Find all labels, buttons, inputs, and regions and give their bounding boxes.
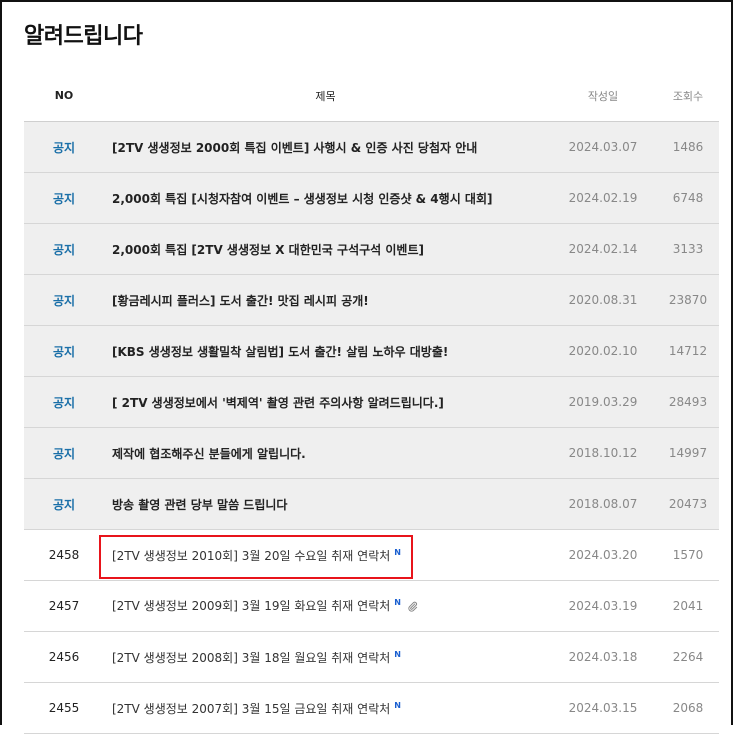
post-title-link[interactable]: [2TV 생생정보 2009회] 3월 19일 화요일 취재 연락처 <box>112 599 390 613</box>
page-title: 알려드립니다 <box>24 24 143 49</box>
post-row[interactable]: 2455 [2TV 생생정보 2007회] 3월 15일 금요일 취재 연락처 N… <box>24 683 719 734</box>
notice-title-link[interactable]: 2,000회 특집 [시청자참여 이벤트 – 생생정보 시청 인증샷 & 4행시… <box>104 190 547 207</box>
post-title-link[interactable]: [2TV 생생정보 2007회] 3월 15일 금요일 취재 연락처 <box>112 702 390 716</box>
notice-row[interactable]: 공지 제작에 협조해주신 분들에게 알립니다. 2018.10.12 14997 <box>24 428 719 479</box>
view-count: 14712 <box>668 344 708 358</box>
post-date: 2024.02.14 <box>568 242 638 256</box>
notice-title-link[interactable]: 2,000회 특집 [2TV 생생정보 X 대한민국 구석구석 이벤트] <box>104 241 547 258</box>
view-count: 28493 <box>668 395 708 409</box>
notice-row[interactable]: 공지 [KBS 생생정보 생활밀착 살림법] 도서 출간! 살림 노하우 대방출… <box>24 326 719 377</box>
post-date: 2024.03.15 <box>568 701 638 715</box>
post-number: 2457 <box>48 599 80 613</box>
notice-label: 공지 <box>52 395 76 410</box>
post-date: 2024.03.18 <box>568 650 638 664</box>
post-date: 2024.03.19 <box>568 599 638 613</box>
post-row[interactable]: 2457 [2TV 생생정보 2009회] 3월 19일 화요일 취재 연락처 N… <box>24 581 719 632</box>
post-number: 2458 <box>48 548 80 562</box>
post-title-cell: [2TV 생생정보 2009회] 3월 19일 화요일 취재 연락처 N <box>104 597 547 615</box>
post-date: 2024.03.20 <box>568 548 638 562</box>
paperclip-icon <box>407 601 418 615</box>
notice-title-link[interactable]: [2TV 생생정보 2000회 특집 이벤트] 사행시 & 인증 사진 당첨자 … <box>104 139 547 156</box>
notice-row[interactable]: 공지 2,000회 특집 [시청자참여 이벤트 – 생생정보 시청 인증샷 & … <box>24 173 719 224</box>
view-count: 20473 <box>668 497 708 511</box>
notice-label: 공지 <box>52 293 76 308</box>
post-title-cell: [2TV 생생정보 2010회] 3월 20일 수요일 취재 연락처 N <box>104 547 547 564</box>
page-frame: 알려드립니다 NO 제목 작성일 조회수 공지 [2TV 생생정보 2000회 … <box>0 0 733 734</box>
header-title: 제목 <box>315 89 336 103</box>
post-title-cell: [2TV 생생정보 2007회] 3월 15일 금요일 취재 연락처 N <box>104 700 547 717</box>
notice-title-link[interactable]: [ 2TV 생생정보에서 '벽제역' 촬영 관련 주의사항 알려드립니다.] <box>104 394 547 411</box>
notice-label: 공지 <box>52 344 76 359</box>
post-date: 2020.02.10 <box>568 344 638 358</box>
post-date: 2018.10.12 <box>568 446 638 460</box>
board-table: NO 제목 작성일 조회수 공지 [2TV 생생정보 2000회 특집 이벤트]… <box>24 70 719 734</box>
post-title-link[interactable]: [2TV 생생정보 2008회] 3월 18일 월요일 취재 연락처 <box>112 651 390 665</box>
table-header: NO 제목 작성일 조회수 <box>24 70 719 122</box>
post-date: 2024.03.07 <box>568 140 638 154</box>
post-number: 2456 <box>48 650 80 664</box>
view-count: 2068 <box>672 701 704 715</box>
notice-title-link[interactable]: [황금레시피 플러스] 도서 출간! 맛집 레시피 공개! <box>104 292 547 309</box>
new-badge: N <box>394 598 401 607</box>
notice-row[interactable]: 공지 [황금레시피 플러스] 도서 출간! 맛집 레시피 공개! 2020.08… <box>24 275 719 326</box>
view-count: 1570 <box>672 548 704 562</box>
notice-label: 공지 <box>52 140 76 155</box>
new-badge: N <box>394 649 401 659</box>
post-date: 2018.08.07 <box>568 497 638 511</box>
view-count: 2041 <box>672 599 704 613</box>
notice-label: 공지 <box>52 242 76 257</box>
header-views: 조회수 <box>672 89 704 103</box>
header-no: NO <box>54 89 74 102</box>
notice-label: 공지 <box>52 191 76 206</box>
notice-title-link[interactable]: 제작에 협조해주신 분들에게 알립니다. <box>104 445 547 462</box>
view-count: 14997 <box>668 446 708 460</box>
notice-row[interactable]: 공지 [ 2TV 생생정보에서 '벽제역' 촬영 관련 주의사항 알려드립니다.… <box>24 377 719 428</box>
notice-label: 공지 <box>52 497 76 512</box>
view-count: 6748 <box>672 191 704 205</box>
view-count: 23870 <box>668 293 708 307</box>
post-date: 2020.08.31 <box>568 293 638 307</box>
post-date: 2019.03.29 <box>568 395 638 409</box>
header-date: 작성일 <box>587 89 619 103</box>
notice-title-link[interactable]: 방송 촬영 관련 당부 말씀 드립니다 <box>104 496 547 513</box>
notice-row[interactable]: 공지 [2TV 생생정보 2000회 특집 이벤트] 사행시 & 인증 사진 당… <box>24 122 719 173</box>
view-count: 1486 <box>672 140 704 154</box>
new-badge: N <box>394 700 401 710</box>
notice-label: 공지 <box>52 446 76 461</box>
notice-row[interactable]: 공지 방송 촬영 관련 당부 말씀 드립니다 2018.08.07 20473 <box>24 479 719 530</box>
new-badge: N <box>394 547 401 557</box>
view-count: 2264 <box>672 650 704 664</box>
post-date: 2024.02.19 <box>568 191 638 205</box>
view-count: 3133 <box>672 242 704 256</box>
post-title-link[interactable]: [2TV 생생정보 2010회] 3월 20일 수요일 취재 연락처 <box>112 549 390 563</box>
notice-title-link[interactable]: [KBS 생생정보 생활밀착 살림법] 도서 출간! 살림 노하우 대방출! <box>104 343 547 360</box>
post-title-cell: [2TV 생생정보 2008회] 3월 18일 월요일 취재 연락처 N <box>104 649 547 666</box>
post-number: 2455 <box>48 701 80 715</box>
post-row[interactable]: 2458 [2TV 생생정보 2010회] 3월 20일 수요일 취재 연락처 N… <box>24 530 719 581</box>
post-row[interactable]: 2456 [2TV 생생정보 2008회] 3월 18일 월요일 취재 연락처 N… <box>24 632 719 683</box>
notice-row[interactable]: 공지 2,000회 특집 [2TV 생생정보 X 대한민국 구석구석 이벤트] … <box>24 224 719 275</box>
